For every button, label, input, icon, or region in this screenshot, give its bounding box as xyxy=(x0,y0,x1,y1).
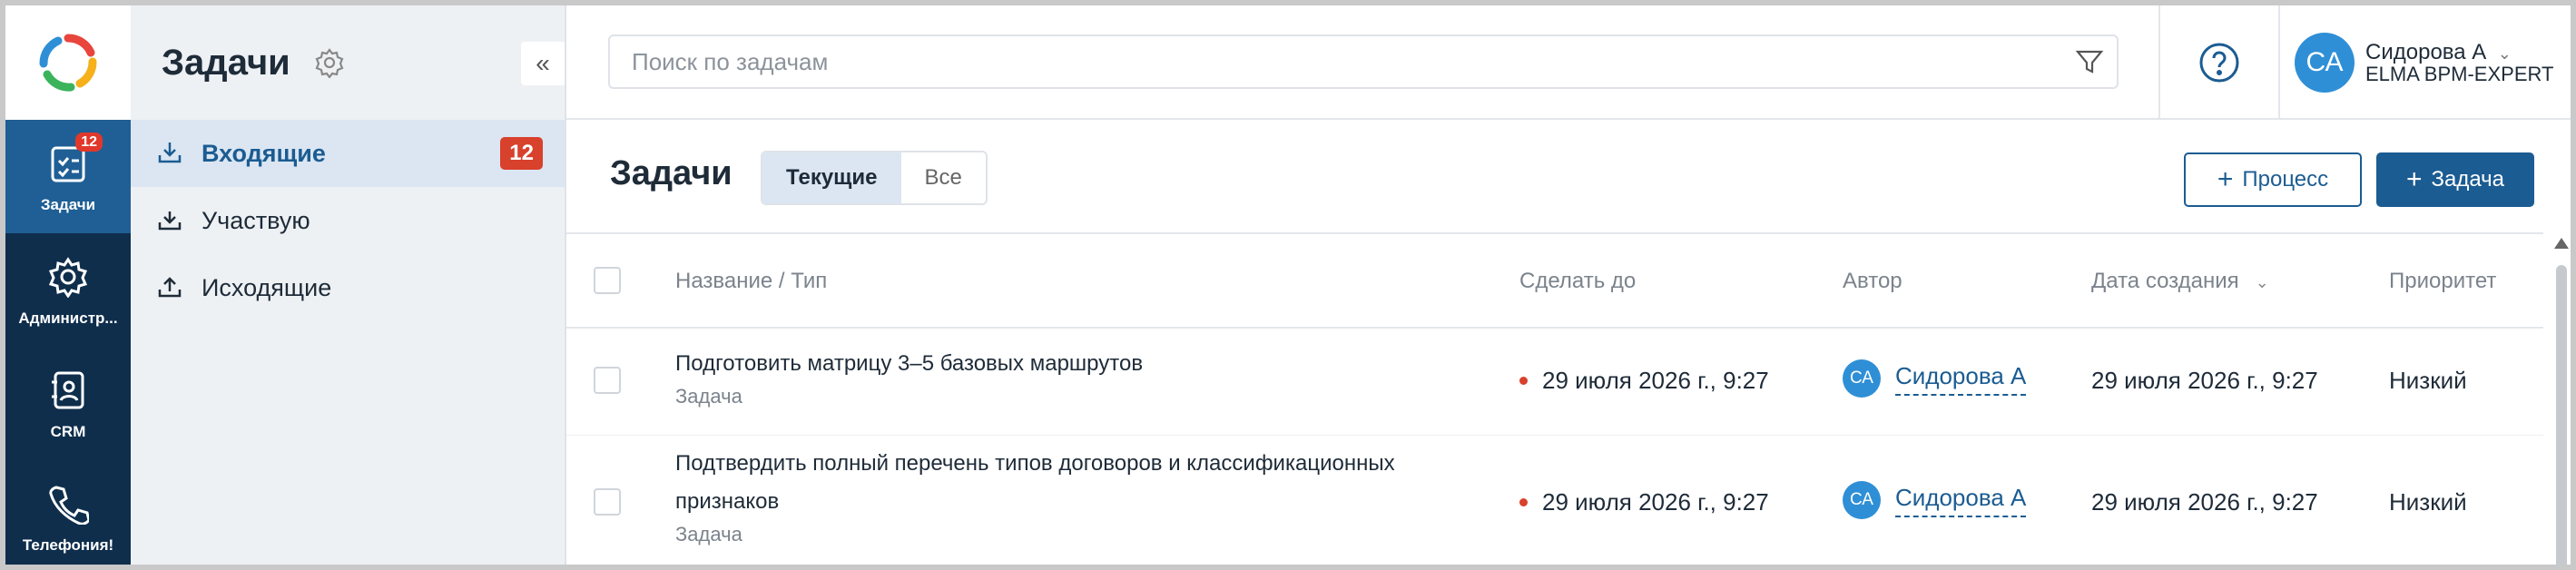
select-all-checkbox[interactable] xyxy=(594,267,621,294)
column-header-priority[interactable]: Приоритет xyxy=(2389,269,2496,294)
tasks-table: Название / Тип Сделать до Автор Дата соз… xyxy=(566,232,2543,565)
top-bar: СА Сидорова А ⌄ ELMA BPM-EXPERT xyxy=(566,5,2571,120)
phone-icon xyxy=(49,485,89,525)
sidebar-title: Задачи xyxy=(162,42,290,83)
sidebar-item-label: Входящие xyxy=(202,139,326,167)
add-task-button[interactable]: + Задача xyxy=(2376,152,2534,207)
scroll-up-arrow-icon[interactable] xyxy=(2554,238,2569,249)
plus-icon: + xyxy=(2405,164,2423,194)
overdue-dot-icon xyxy=(1519,498,1528,506)
collapse-sidebar-button[interactable]: « xyxy=(521,42,565,85)
due-date: 29 июля 2026 г., 9:27 xyxy=(1519,488,1769,516)
settings-gear-icon[interactable] xyxy=(314,47,345,78)
rail-item-label: CRM xyxy=(50,422,86,440)
search-box xyxy=(608,34,2119,89)
divider xyxy=(2278,5,2280,120)
user-name: Сидорова А xyxy=(2365,39,2487,64)
due-date-text: 29 июля 2026 г., 9:27 xyxy=(1542,367,1769,394)
overdue-dot-icon xyxy=(1519,377,1528,385)
author-link[interactable]: Сидорова А xyxy=(1895,362,2027,396)
rail-item-label: Администр... xyxy=(18,309,118,327)
user-role: ELMA BPM-EXPERT xyxy=(2365,63,2554,86)
task-name[interactable]: Подтвердить полный перечень типов догово… xyxy=(675,445,1474,521)
app-window: 12 Задачи Администр... CRM Телефония! За… xyxy=(0,0,2576,570)
sidebar-item-participating[interactable]: Участвую xyxy=(131,187,565,254)
author-cell: СА Сидорова А xyxy=(1843,481,2027,519)
contact-book-icon xyxy=(52,371,84,408)
outbox-upload-icon xyxy=(156,273,185,302)
column-header-created[interactable]: Дата создания ⌄ xyxy=(2091,269,2269,294)
task-filter-tabs: Текущие Все xyxy=(761,151,988,205)
column-header-name[interactable]: Название / Тип xyxy=(675,269,827,294)
sidebar-item-outgoing[interactable]: Исходящие xyxy=(131,254,565,321)
button-label: Задача xyxy=(2431,167,2505,192)
task-name[interactable]: Подготовить матрицу 3–5 базовых маршруто… xyxy=(675,345,1474,383)
rail-item-crm[interactable]: CRM xyxy=(5,347,131,460)
table-header: Название / Тип Сделать до Автор Дата соз… xyxy=(566,232,2543,329)
avatar: СА xyxy=(1843,481,1881,519)
tasks-sidebar: Задачи « Входящие 12 Участвую Исходящие xyxy=(131,5,566,565)
task-type: Задача xyxy=(675,523,742,545)
avatar: СА xyxy=(1843,359,1881,398)
table-row[interactable]: Подтвердить полный перечень типов догово… xyxy=(566,436,2543,565)
participating-icon xyxy=(156,206,185,235)
divider xyxy=(2158,5,2160,120)
scrollbar-thumb[interactable] xyxy=(2556,265,2567,565)
inbox-download-icon xyxy=(156,139,185,168)
row-checkbox[interactable] xyxy=(594,367,621,394)
search-input[interactable] xyxy=(610,36,2062,87)
sidebar-item-label: Участвую xyxy=(202,206,310,234)
author-cell: СА Сидорова А xyxy=(1843,359,2027,398)
rail-item-telephony[interactable]: Телефония! xyxy=(5,460,131,565)
app-logo[interactable] xyxy=(5,5,131,120)
column-header-due[interactable]: Сделать до xyxy=(1519,269,1636,294)
rail-item-label: Задачи xyxy=(40,195,96,213)
rail-item-label: Телефония! xyxy=(22,536,114,554)
filter-icon[interactable] xyxy=(2062,36,2117,87)
plus-icon: + xyxy=(2217,164,2234,194)
app-rail: 12 Задачи Администр... CRM Телефония! xyxy=(5,5,131,565)
tasks-count-badge: 12 xyxy=(75,132,103,152)
row-checkbox[interactable] xyxy=(594,488,621,516)
sidebar-header: Задачи « xyxy=(131,5,565,120)
elma-logo-icon xyxy=(39,34,97,92)
vertical-scrollbar[interactable] xyxy=(2551,238,2571,565)
chevron-down-icon: ⌄ xyxy=(2497,44,2512,63)
author-link[interactable]: Сидорова А xyxy=(1895,484,2027,517)
button-label: Процесс xyxy=(2242,167,2329,192)
user-menu[interactable]: СА Сидорова А ⌄ ELMA BPM-EXPERT xyxy=(2295,33,2553,93)
column-header-author[interactable]: Автор xyxy=(1843,269,1903,294)
add-process-button[interactable]: + Процесс xyxy=(2184,152,2362,207)
page-title: Задачи xyxy=(610,154,732,192)
due-date: 29 июля 2026 г., 9:27 xyxy=(1519,367,1769,395)
table-row[interactable]: Подготовить матрицу 3–5 базовых маршруто… xyxy=(566,329,2543,436)
sidebar-item-inbox[interactable]: Входящие 12 xyxy=(131,120,565,187)
rail-item-tasks[interactable]: 12 Задачи xyxy=(5,120,131,233)
main-header: Задачи Текущие Все + Процесс + Задача xyxy=(566,120,2571,232)
avatar: СА xyxy=(2295,33,2355,93)
rail-item-admin[interactable]: Администр... xyxy=(5,233,131,347)
inbox-count-badge: 12 xyxy=(500,137,543,170)
tab-all[interactable]: Все xyxy=(900,152,986,203)
sort-chevron-icon[interactable]: ⌄ xyxy=(2256,273,2269,291)
task-type: Задача xyxy=(675,385,742,408)
column-header-label: Дата создания xyxy=(2091,269,2239,293)
created-date: 29 июля 2026 г., 9:27 xyxy=(2091,367,2318,394)
main-content: Задачи Текущие Все + Процесс + Задача На… xyxy=(566,120,2571,565)
created-date: 29 июля 2026 г., 9:27 xyxy=(2091,488,2318,516)
help-icon[interactable] xyxy=(2198,42,2240,84)
sidebar-item-label: Исходящие xyxy=(202,273,332,301)
priority: Низкий xyxy=(2389,488,2467,516)
tab-current[interactable]: Текущие xyxy=(762,152,901,203)
gear-icon xyxy=(48,256,88,298)
due-date-text: 29 июля 2026 г., 9:27 xyxy=(1542,488,1769,516)
priority: Низкий xyxy=(2389,367,2467,394)
